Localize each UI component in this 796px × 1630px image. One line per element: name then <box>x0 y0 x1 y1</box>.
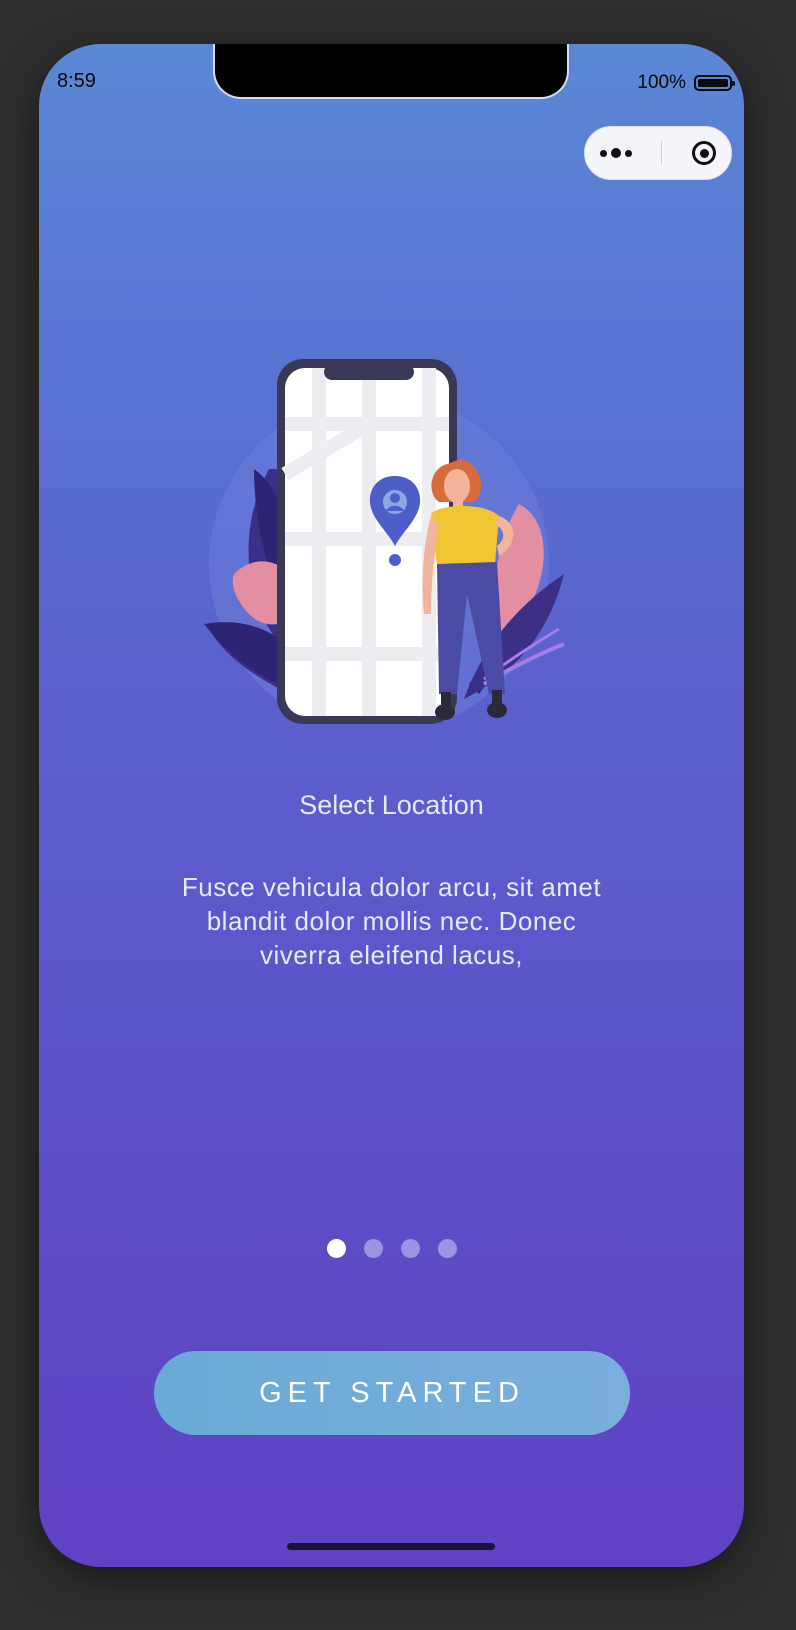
device-notch <box>213 44 569 99</box>
page-dot-2[interactable] <box>363 1239 383 1258</box>
home-indicator <box>287 1543 495 1550</box>
capsule-divider <box>661 141 663 165</box>
onboarding-illustration <box>204 359 565 724</box>
onboarding-title: Select Location <box>299 790 484 820</box>
page-dot-3[interactable] <box>400 1239 420 1258</box>
battery-percent: 100% <box>637 72 686 93</box>
status-time: 8:59 <box>57 70 96 92</box>
onboarding-description: Fusce vehicula dolor arcu, sit amet blan… <box>181 872 602 970</box>
mini-program-capsule <box>584 126 732 180</box>
get-started-button[interactable]: GET STARTED <box>154 1351 630 1435</box>
page-indicator <box>39 1239 744 1258</box>
target-icon[interactable] <box>692 141 717 165</box>
page-dot-1[interactable] <box>326 1239 346 1258</box>
page-dot-4[interactable] <box>437 1239 457 1258</box>
battery-icon <box>694 75 735 91</box>
phone-screen: 8:59 100% Select Location Fusce vehicula… <box>39 44 744 1567</box>
more-dots-icon[interactable] <box>599 148 632 158</box>
status-right: 100% <box>637 72 735 94</box>
